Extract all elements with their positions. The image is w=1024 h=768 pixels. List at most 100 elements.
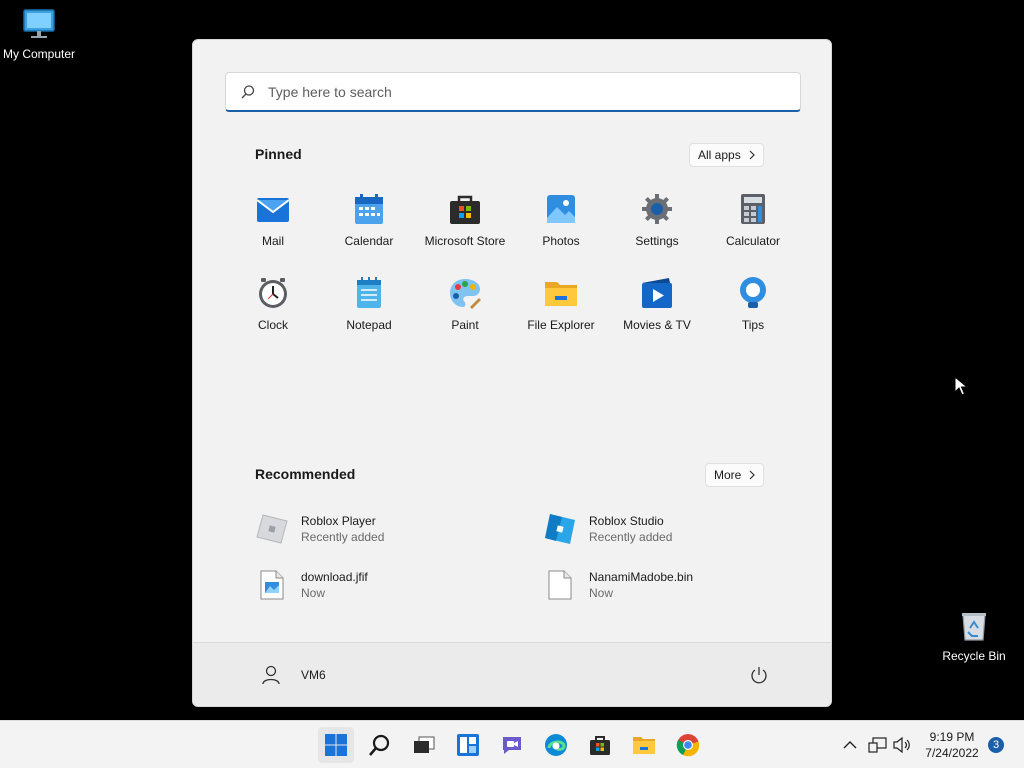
pinned-app-microsoft-store[interactable]: Microsoft Store — [417, 188, 513, 272]
pinned-app-photos[interactable]: Photos — [513, 188, 609, 272]
clock-icon — [256, 276, 290, 310]
calculator-icon — [736, 192, 770, 226]
taskbar-edge-button[interactable] — [538, 727, 574, 763]
start-menu-footer: VM6 — [193, 642, 831, 706]
recommended-item-roblox-player[interactable]: Roblox Player Recently added — [255, 512, 384, 546]
taskbar-search-button[interactable] — [362, 727, 398, 763]
recommended-item-name: NanamiMadobe.bin — [589, 570, 694, 584]
volume-icon — [893, 736, 910, 754]
photos-icon — [544, 192, 578, 226]
chevron-right-icon — [749, 470, 756, 480]
folder-icon — [633, 737, 655, 754]
pinned-app-calculator[interactable]: Calculator — [705, 188, 801, 272]
taskbar-task-view-button[interactable] — [406, 727, 442, 763]
settings-icon — [640, 192, 674, 226]
taskbar-start-button[interactable] — [318, 727, 354, 763]
notification-badge[interactable]: 3 — [988, 737, 1004, 753]
roblox-player-icon — [255, 512, 289, 546]
power-icon — [751, 667, 767, 684]
pinned-app-label: File Explorer — [527, 318, 595, 332]
paint-icon — [448, 276, 482, 310]
chevron-right-icon — [749, 150, 755, 160]
pinned-app-notepad[interactable]: Notepad — [321, 272, 417, 356]
user-avatar-icon — [255, 659, 287, 691]
pinned-app-tips[interactable]: Tips — [705, 272, 801, 356]
desktop-icon-label: My Computer — [2, 47, 76, 61]
search-box[interactable]: Type here to search — [225, 72, 801, 112]
recommended-title: Recommended — [255, 466, 356, 482]
chat-icon — [503, 737, 521, 754]
all-apps-label: All apps — [698, 148, 741, 162]
pinned-app-label: Microsoft Store — [424, 234, 506, 248]
clock-time: 9:19 PM — [929, 730, 975, 744]
network-icon — [868, 737, 887, 753]
clock-date: 7/24/2022 — [925, 746, 979, 760]
windows-logo-icon — [325, 734, 347, 756]
pinned-app-file-explorer[interactable]: File Explorer — [513, 272, 609, 356]
recommended-item-download-jfif[interactable]: download.jfif Now — [255, 568, 368, 602]
user-account-button[interactable]: VM6 — [255, 659, 326, 691]
search-icon — [369, 734, 390, 756]
monitor-icon — [23, 9, 55, 38]
recommended-item-roblox-studio[interactable]: Roblox Studio Recently added — [543, 512, 672, 546]
more-button[interactable]: More — [705, 463, 765, 487]
mail-icon — [256, 192, 290, 226]
taskbar-chat-button[interactable] — [494, 727, 530, 763]
user-name: VM6 — [301, 668, 326, 682]
mouse-cursor-icon — [954, 376, 968, 396]
recommended-item-time: Now — [589, 586, 614, 600]
pinned-app-label: Tips — [741, 318, 765, 332]
store-icon — [590, 736, 610, 755]
pinned-app-mail[interactable]: Mail — [225, 188, 321, 272]
pinned-app-label: Paint — [451, 318, 479, 332]
start-menu: Type here to search Pinned All apps Mail… — [192, 39, 832, 707]
recommended-item-time: Recently added — [301, 530, 385, 544]
tray-overflow-button[interactable] — [840, 735, 860, 755]
pinned-app-label: Movies & TV — [623, 318, 691, 332]
pinned-apps-grid: Mail Calendar Microsoft Store Photos Set… — [225, 188, 801, 356]
recommended-item-time: Now — [301, 586, 326, 600]
pinned-app-label: Photos — [542, 234, 580, 248]
desktop-icon-recycle-bin[interactable]: Recycle Bin — [933, 610, 1015, 663]
movies-icon — [640, 276, 674, 310]
pinned-title: Pinned — [255, 146, 302, 162]
recommended-item-time: Recently added — [589, 530, 673, 544]
tray-network-button[interactable] — [868, 735, 888, 755]
pinned-app-label: Clock — [257, 318, 288, 332]
task-view-icon — [414, 736, 435, 753]
pinned-app-movies-tv[interactable]: Movies & TV — [609, 272, 705, 356]
recommended-item-name: download.jfif — [301, 570, 368, 584]
image-file-icon — [255, 568, 289, 602]
notepad-icon — [352, 276, 386, 310]
pinned-app-settings[interactable]: Settings — [609, 188, 705, 272]
all-apps-button[interactable]: All apps — [689, 143, 764, 167]
taskbar-clock[interactable]: 9:19 PM 7/24/2022 — [920, 729, 984, 761]
taskbar-chrome-button[interactable] — [670, 727, 706, 763]
pinned-app-label: Calendar — [344, 234, 394, 248]
taskbar-widgets-button[interactable] — [450, 727, 486, 763]
recommended-item-name: Roblox Studio — [589, 514, 664, 528]
search-placeholder: Type here to search — [268, 83, 392, 100]
desktop-icon-my-computer[interactable]: My Computer — [0, 8, 80, 61]
recommended-item-name: Roblox Player — [301, 514, 376, 528]
chevron-up-icon — [843, 741, 857, 749]
chrome-icon — [676, 734, 700, 757]
pinned-app-clock[interactable]: Clock — [225, 272, 321, 356]
widgets-icon — [457, 734, 479, 756]
pinned-app-label: Calculator — [725, 234, 781, 248]
search-icon — [241, 84, 255, 98]
tray-volume-button[interactable] — [892, 735, 912, 755]
edge-icon — [545, 734, 567, 756]
taskbar-store-button[interactable] — [582, 727, 618, 763]
pinned-app-paint[interactable]: Paint — [417, 272, 513, 356]
calendar-icon — [352, 192, 386, 226]
tips-icon — [736, 276, 770, 310]
recommended-item-nanamimadobe-bin[interactable]: NanamiMadobe.bin Now — [543, 568, 693, 602]
folder-icon — [544, 276, 578, 310]
taskbar-file-explorer-button[interactable] — [626, 727, 662, 763]
store-icon — [448, 192, 482, 226]
power-button[interactable] — [747, 663, 771, 687]
pinned-app-calendar[interactable]: Calendar — [321, 188, 417, 272]
pinned-app-label: Settings — [635, 234, 679, 248]
more-label: More — [714, 468, 742, 482]
